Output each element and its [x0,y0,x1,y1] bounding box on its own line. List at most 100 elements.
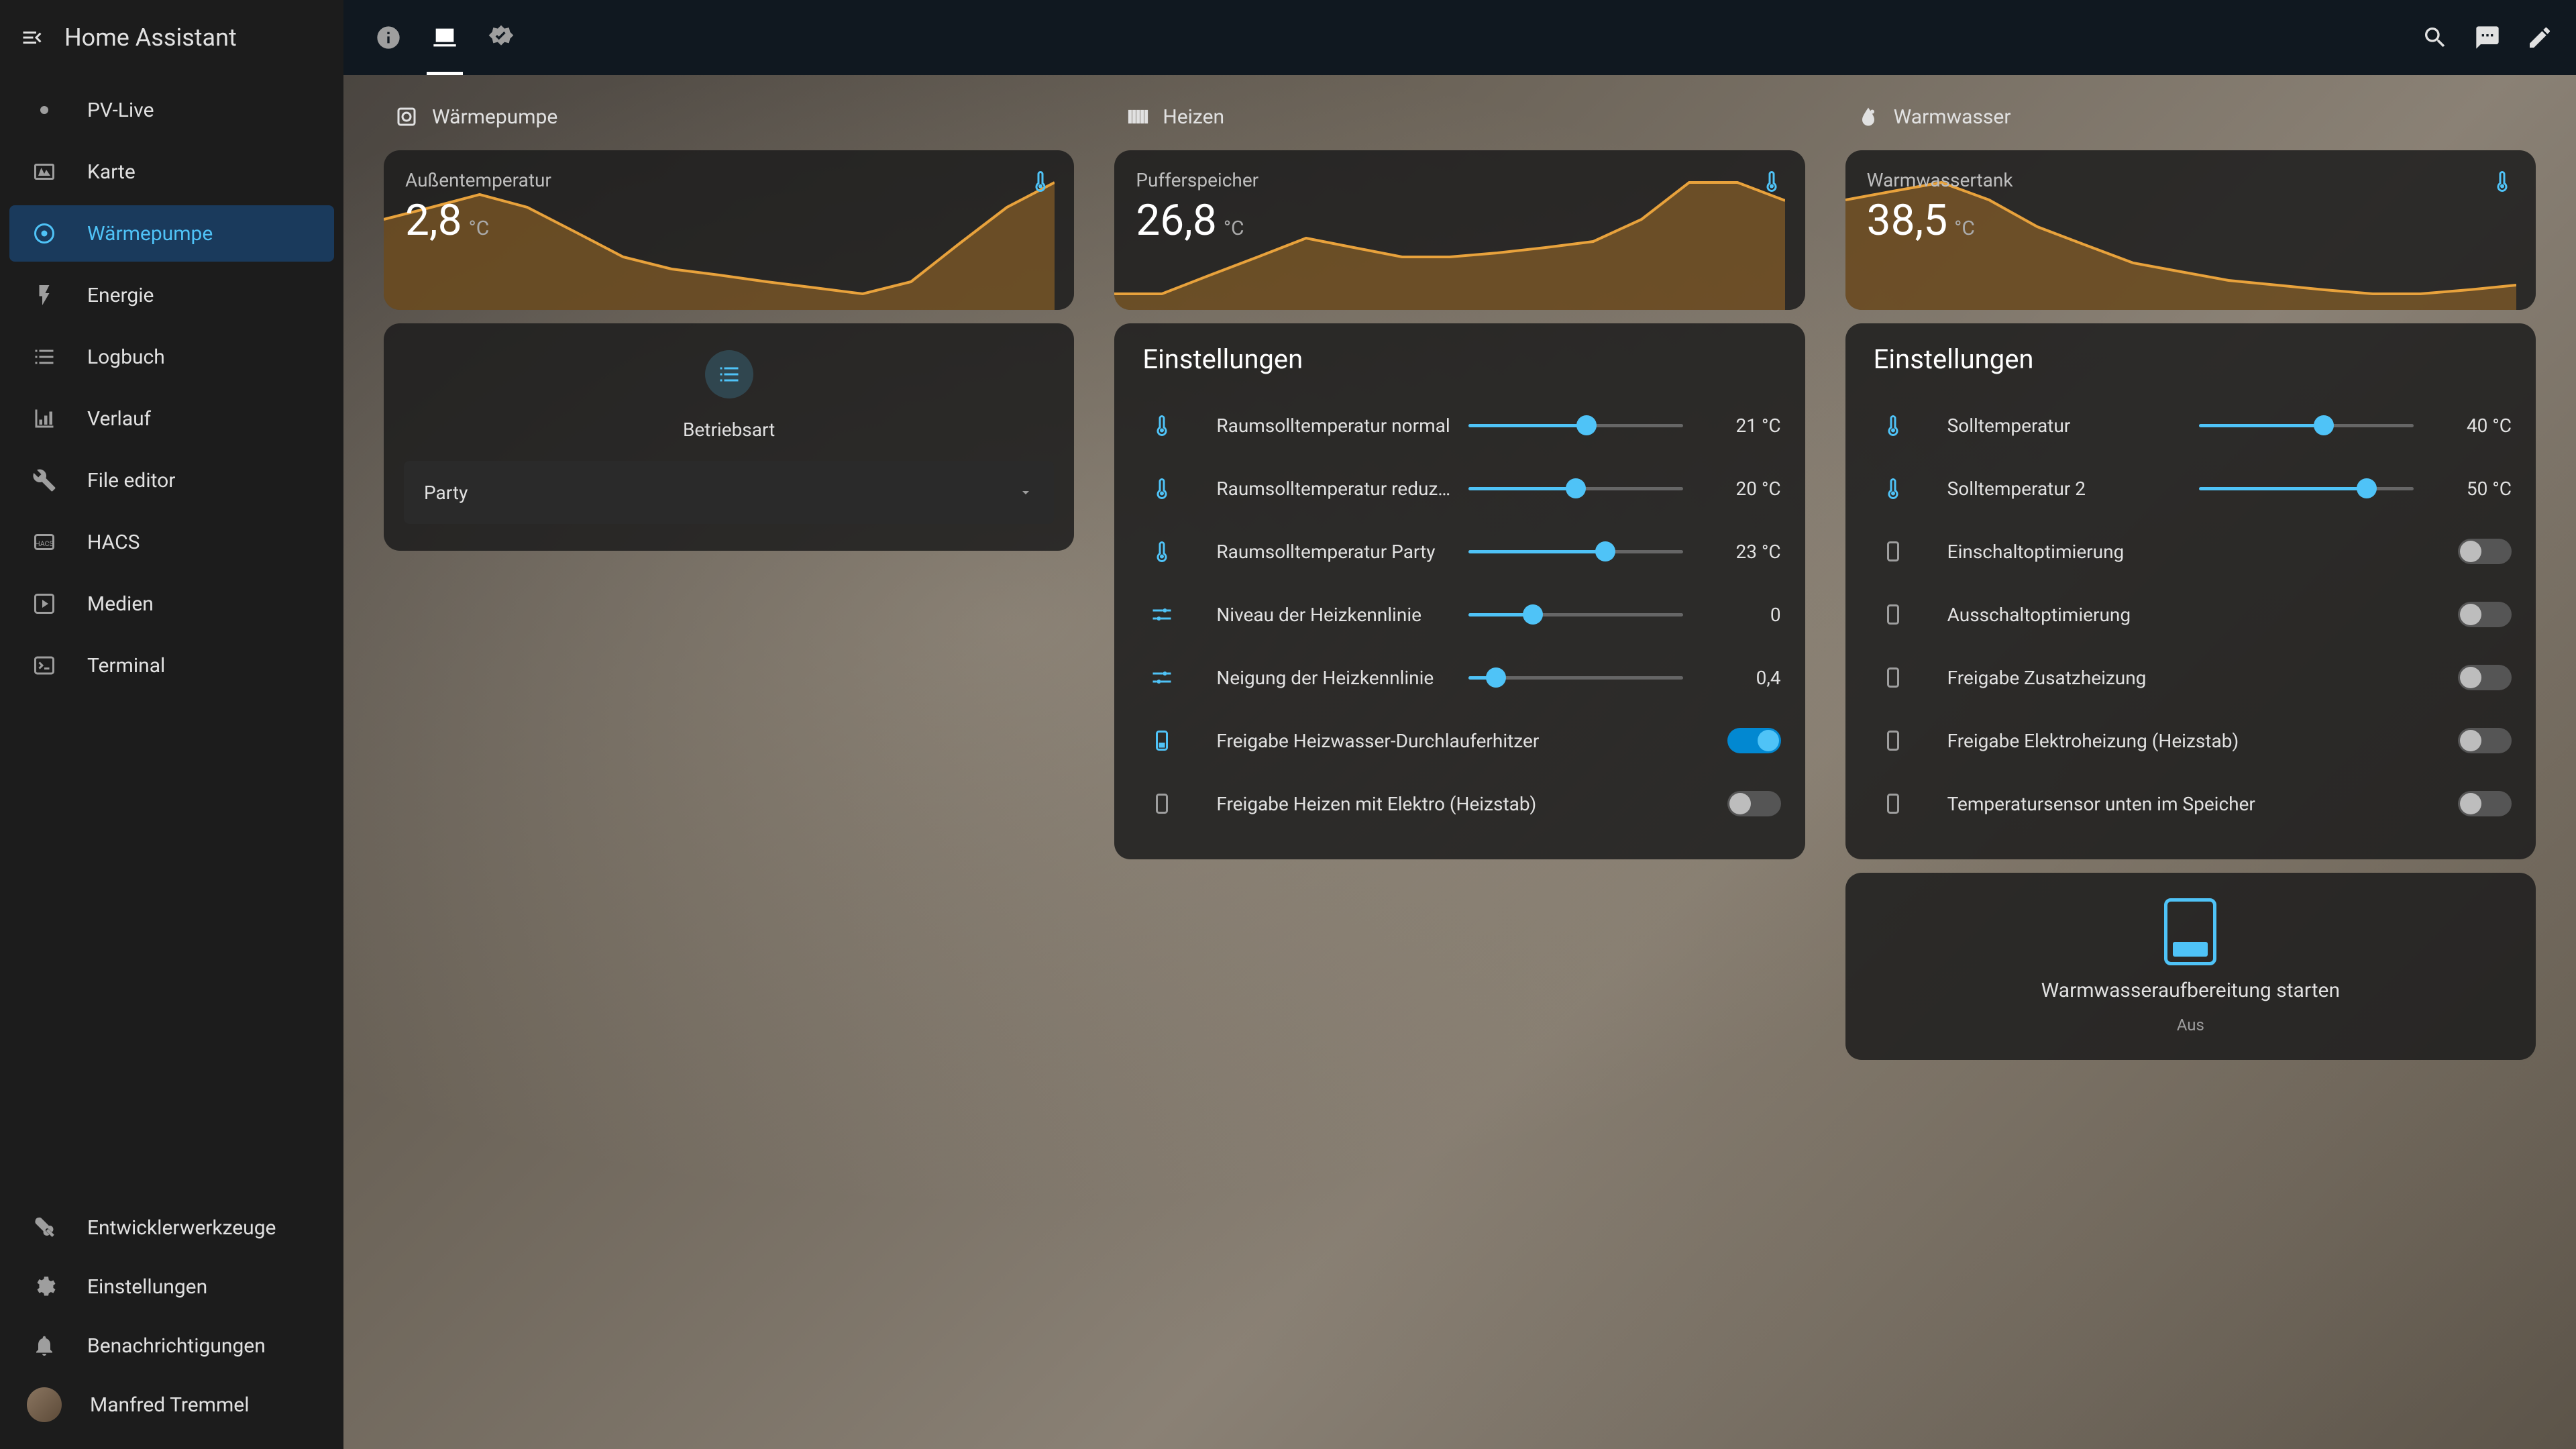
sidebar-item-label: Benachrichtigungen [87,1334,266,1358]
topbar [343,0,2576,75]
setting-value: 0,4 [1701,667,1781,689]
wrench-icon [30,466,59,495]
sidebar-item-user[interactable]: Manfred Tremmel [9,1377,334,1433]
sensor-value: 38,5°C [1867,195,2013,246]
device-icon [1878,599,1909,630]
sidebar-item-settings[interactable]: Einstellungen [9,1258,334,1315]
menu-icon [20,25,44,50]
setting-label: Freigabe Elektroheizung (Heizstab) [1947,730,2440,752]
setting-row: Freigabe Zusatzheizung [1870,646,2512,709]
setting-row: Niveau der Heizkennlinie0 [1138,583,1780,646]
thermometer-icon [1760,169,1784,193]
setting-slider[interactable] [1468,676,1683,680]
sensor-unit: °C [1224,217,1244,240]
sidebar-item-label: Medien [87,592,154,616]
sidebar-item-logbuch[interactable]: Logbuch [9,329,334,385]
search-button[interactable] [2419,21,2451,54]
setting-toggle[interactable] [2458,791,2512,816]
column-header-label: Warmwasser [1894,105,2011,129]
bell-icon [30,1331,59,1360]
sidebar-item-label: Karte [87,160,136,184]
setting-toggle[interactable] [2458,665,2512,690]
setting-slider[interactable] [2199,487,2414,490]
setting-label: Temperatursensor unten im Speicher [1947,793,2440,815]
assist-button[interactable] [2471,21,2504,54]
setting-toggle[interactable] [1727,791,1781,816]
sensor-card-warmwasser[interactable]: Warmwassertank 38,5°C [1845,150,2536,310]
setting-row: Neigung der Heizkennlinie 0,4 [1138,646,1780,709]
setting-row: Raumsolltemperatur reduzi…20 °C [1138,457,1780,520]
sidebar-item-file-editor[interactable]: File editor [9,452,334,508]
action-card[interactable]: Warmwasseraufbereitung starten Aus [1845,873,2536,1060]
heatpump-icon [394,105,419,129]
setting-label: Neigung der Heizkennlinie [1216,667,1450,689]
setting-row: Einschaltoptimierung [1870,520,2512,583]
sidebar-nav: PV-Live Karte Wärmepumpe Energie Logbuch Verl… [0,75,343,1197]
menu-toggle-button[interactable] [17,23,47,52]
mode-select[interactable]: Party [404,461,1054,524]
thermo-icon [1146,410,1177,441]
sensor-card-heizen[interactable]: Pufferspeicher26,8°C [1114,150,1805,310]
setting-toggle[interactable] [2458,539,2512,564]
sidebar-item-verlauf[interactable]: Verlauf [9,390,334,447]
sidebar-item-energie[interactable]: Energie [9,267,334,323]
column-header: Wärmepumpe [384,101,1074,137]
play-icon [30,589,59,619]
thermo-icon [1146,536,1177,567]
sensor-label: Warmwassertank [1867,169,2013,191]
search-icon [2422,24,2449,51]
tab-icons [364,0,526,75]
settings-title: Einstellungen [1870,343,2512,375]
sidebar-item-karte[interactable]: Karte [9,144,334,200]
map-icon [30,157,59,186]
gear-icon [30,1272,59,1301]
setting-slider[interactable] [1468,424,1683,427]
tab-verified[interactable] [476,0,526,75]
edit-button[interactable] [2524,21,2556,54]
sidebar-item-terminal[interactable]: Terminal [9,637,334,694]
sensor-card-waermepumpe[interactable]: Außentemperatur2,8°C [384,150,1074,310]
sidebar-item-dev-tools[interactable]: Entwicklerwerkzeuge [9,1199,334,1256]
action-label: Warmwasseraufbereitung starten [2041,979,2340,1002]
setting-slider[interactable] [1468,613,1683,616]
tune-icon [1146,599,1177,630]
sun-icon [30,95,59,125]
sidebar: Home Assistant PV-LiveKarteWärmepumpeEne… [0,0,343,1449]
setting-row: Temperatursensor unten im Speicher [1870,772,2512,835]
setting-label: Ausschaltoptimierung [1947,604,2440,626]
setting-label: Raumsolltemperatur normal [1216,415,1450,437]
setting-toggle[interactable] [2458,728,2512,753]
setting-slider[interactable] [1468,487,1683,490]
setting-row: Freigabe Heizwasser-Durchlauferhitzer [1138,709,1780,772]
setting-toggle[interactable] [2458,602,2512,627]
tab-info[interactable] [364,0,413,75]
sidebar-item-label: Wärmepumpe [87,222,213,246]
verified-icon [488,24,515,51]
sidebar-item-waermepumpe[interactable]: Wärmepumpe [9,205,334,262]
sidebar-item-label: Terminal [87,654,165,678]
sensor-unit: °C [1954,217,1975,240]
setting-slider[interactable] [2199,424,2414,427]
sidebar-item-notifications[interactable]: Benachrichtigungen [9,1318,334,1374]
tab-dashboard[interactable] [420,0,470,75]
sidebar-item-label: File editor [87,469,175,492]
setting-value: 23 °C [1701,541,1781,563]
list-icon [30,342,59,372]
action-status: Aus [2177,1016,2204,1034]
sidebar-item-medien[interactable]: Medien [9,576,334,632]
setting-slider[interactable] [1468,550,1683,553]
tune-icon [1146,662,1177,693]
topbar-actions [2419,21,2556,54]
sidebar-item-hacs[interactable]: HACSHACS [9,514,334,570]
setting-value: 21 °C [1701,415,1781,437]
sidebar-item-pv-live[interactable]: PV-Live [9,82,334,138]
content: WärmepumpeAußentemperatur2,8°CBetriebsar… [343,75,2576,1449]
sensor-value: 2,8°C [405,195,551,246]
setting-label: Raumsolltemperatur reduzi… [1216,478,1450,500]
sidebar-item-label: Verlauf [87,407,151,431]
device-icon [1878,788,1909,819]
setting-label: Freigabe Heizwasser-Durchlauferhitzer [1216,730,1709,752]
setting-row: Solltemperatur 250 °C [1870,457,2512,520]
setting-toggle[interactable] [1727,728,1781,753]
device-icon [1878,662,1909,693]
